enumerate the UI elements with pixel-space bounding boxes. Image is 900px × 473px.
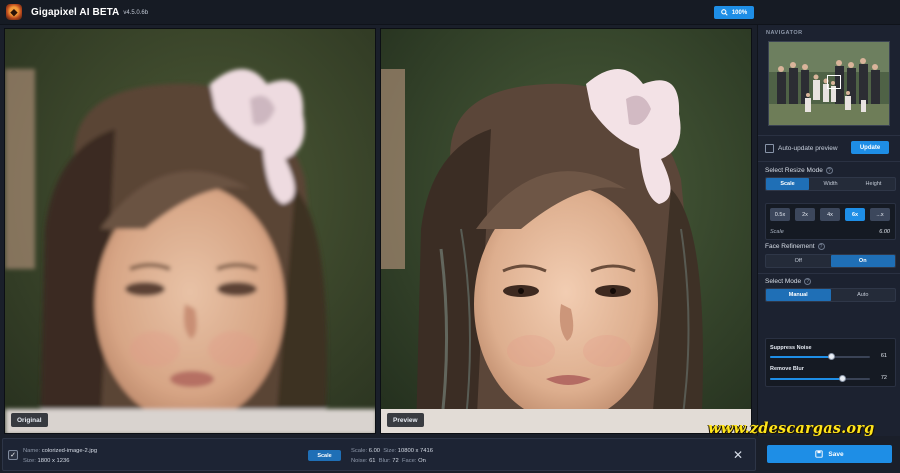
remove-blur-fill xyxy=(770,378,842,380)
magnifier-icon xyxy=(720,9,728,16)
resize-mode-height[interactable]: Height xyxy=(852,178,895,190)
original-photo xyxy=(5,29,375,433)
file-size-value: 1800 x 1236 xyxy=(37,458,70,464)
output-info-row-1: Scale: 6.00 Size: 10800 x 7416 xyxy=(351,448,433,454)
remove-file-close-icon[interactable]: ✕ xyxy=(733,448,743,462)
preview-label: Preview xyxy=(387,413,424,427)
file-name-value: colorized-image-2.jpg xyxy=(41,448,98,454)
help-icon[interactable]: ? xyxy=(825,167,833,174)
output-face-key: Face: xyxy=(401,458,417,464)
app-version: v4.5.0.6b xyxy=(123,10,149,16)
face-refinement-selector: Off On xyxy=(765,254,896,268)
output-face-value: On xyxy=(418,458,426,464)
divider xyxy=(758,273,900,274)
mode-auto[interactable]: Auto xyxy=(831,289,896,301)
file-size: Size: 1800 x 1236 xyxy=(23,458,69,464)
settings-sidebar: NAVIGATOR Auto-update preview Update Sel… xyxy=(757,25,900,436)
auto-update-label: Auto-update preview xyxy=(778,145,838,152)
file-select-checkbox[interactable]: ✓ xyxy=(8,450,18,460)
output-scale-key: Scale: xyxy=(351,448,368,454)
suppress-noise-thumb[interactable] xyxy=(827,353,835,360)
bottom-bar: ✓ Name: colorized-image-2.jpg Size: 1800… xyxy=(0,436,900,473)
face-refinement-title-text: Face Refinement xyxy=(765,243,815,250)
app-title: Gigapixel AI BETA xyxy=(31,6,120,18)
update-button[interactable]: Update xyxy=(851,141,889,154)
output-noise-key: Noise: xyxy=(351,458,368,464)
help-icon[interactable]: ? xyxy=(817,243,825,250)
auto-update-checkbox[interactable] xyxy=(765,144,774,153)
zoom-button[interactable]: 100% xyxy=(714,6,754,19)
scale-option-4x[interactable]: 4x xyxy=(820,208,840,221)
remove-blur-label: Remove Blur xyxy=(770,366,804,372)
file-name: Name: colorized-image-2.jpg xyxy=(23,448,97,454)
remove-blur-slider[interactable] xyxy=(770,375,870,382)
resize-mode-title-text: Select Resize Mode xyxy=(765,167,823,174)
zoom-level: 100% xyxy=(731,9,748,16)
resize-mode-scale[interactable]: Scale xyxy=(766,178,809,190)
output-size-key: Size: xyxy=(383,448,397,454)
mode-title-text: Select Mode xyxy=(765,278,802,285)
file-row[interactable]: ✓ Name: colorized-image-2.jpg Size: 1800… xyxy=(2,438,756,471)
save-button[interactable]: Save xyxy=(767,445,892,463)
preview-photo xyxy=(381,29,751,433)
suppress-noise-slider[interactable] xyxy=(770,353,870,360)
divider xyxy=(758,135,900,136)
scale-option-6x[interactable]: 6x xyxy=(845,208,865,221)
original-label: Original xyxy=(11,413,48,427)
mode-manual[interactable]: Manual xyxy=(766,289,831,301)
face-refinement-on[interactable]: On xyxy=(830,255,895,267)
save-icon xyxy=(815,450,824,458)
scale-option-custom[interactable]: ...x xyxy=(870,208,890,221)
scale-caption: Scale xyxy=(770,229,784,235)
face-refinement-title: Face Refinement ? xyxy=(765,243,825,250)
suppress-noise-label: Suppress Noise xyxy=(770,345,812,351)
suppress-noise-fill xyxy=(770,356,831,358)
navigator-title: NAVIGATOR xyxy=(766,30,803,36)
navigator-thumbnail[interactable] xyxy=(768,41,890,126)
watermark-text: www.zdescargas.org xyxy=(708,420,875,437)
suppress-noise-value: 61 xyxy=(880,353,887,359)
scale-options-box: 0.5x 2x 4x 6x ...x Scale 6.00 xyxy=(765,203,896,240)
output-blur-value: 72 xyxy=(392,458,399,464)
resize-mode-width[interactable]: Width xyxy=(809,178,852,190)
resize-mode-selector: Scale Width Height xyxy=(765,177,896,191)
remove-blur-value: 72 xyxy=(880,375,887,381)
remove-blur-thumb[interactable] xyxy=(838,375,846,382)
divider xyxy=(758,161,900,162)
output-info-row-2: Noise: 61 Blur: 72 Face: On xyxy=(351,458,426,464)
preview-image-pane[interactable]: Preview xyxy=(380,28,752,434)
output-scale-value: 6.00 xyxy=(368,448,381,454)
resize-mode-title: Select Resize Mode ? xyxy=(765,167,833,174)
navigator-viewport-box[interactable] xyxy=(827,75,841,89)
output-blur-key: Blur: xyxy=(378,458,391,464)
mode-title: Select Mode ? xyxy=(765,278,812,285)
title-bar: ◆ Gigapixel AI BETA v4.5.0.6b 100% xyxy=(0,0,900,25)
scale-option-2x[interactable]: 2x xyxy=(795,208,815,221)
output-noise-value: 61 xyxy=(369,458,376,464)
mode-chip: Scale xyxy=(308,450,341,461)
mode-selector: Manual Auto xyxy=(765,288,896,302)
save-label: Save xyxy=(828,450,844,458)
face-refinement-off[interactable]: Off xyxy=(766,255,831,267)
help-icon[interactable]: ? xyxy=(804,278,812,285)
original-image-pane[interactable]: Original xyxy=(4,28,376,434)
scale-option-0-5x[interactable]: 0.5x xyxy=(770,208,790,221)
scale-value[interactable]: 6.00 xyxy=(879,229,890,235)
app-logo-icon: ◆ xyxy=(6,4,22,20)
file-size-key: Size: xyxy=(23,458,36,464)
output-size-value: 10800 x 7416 xyxy=(397,448,433,454)
file-name-key: Name: xyxy=(23,448,41,454)
enhancement-sliders: Suppress Noise 61 Remove Blur 72 xyxy=(765,338,896,387)
